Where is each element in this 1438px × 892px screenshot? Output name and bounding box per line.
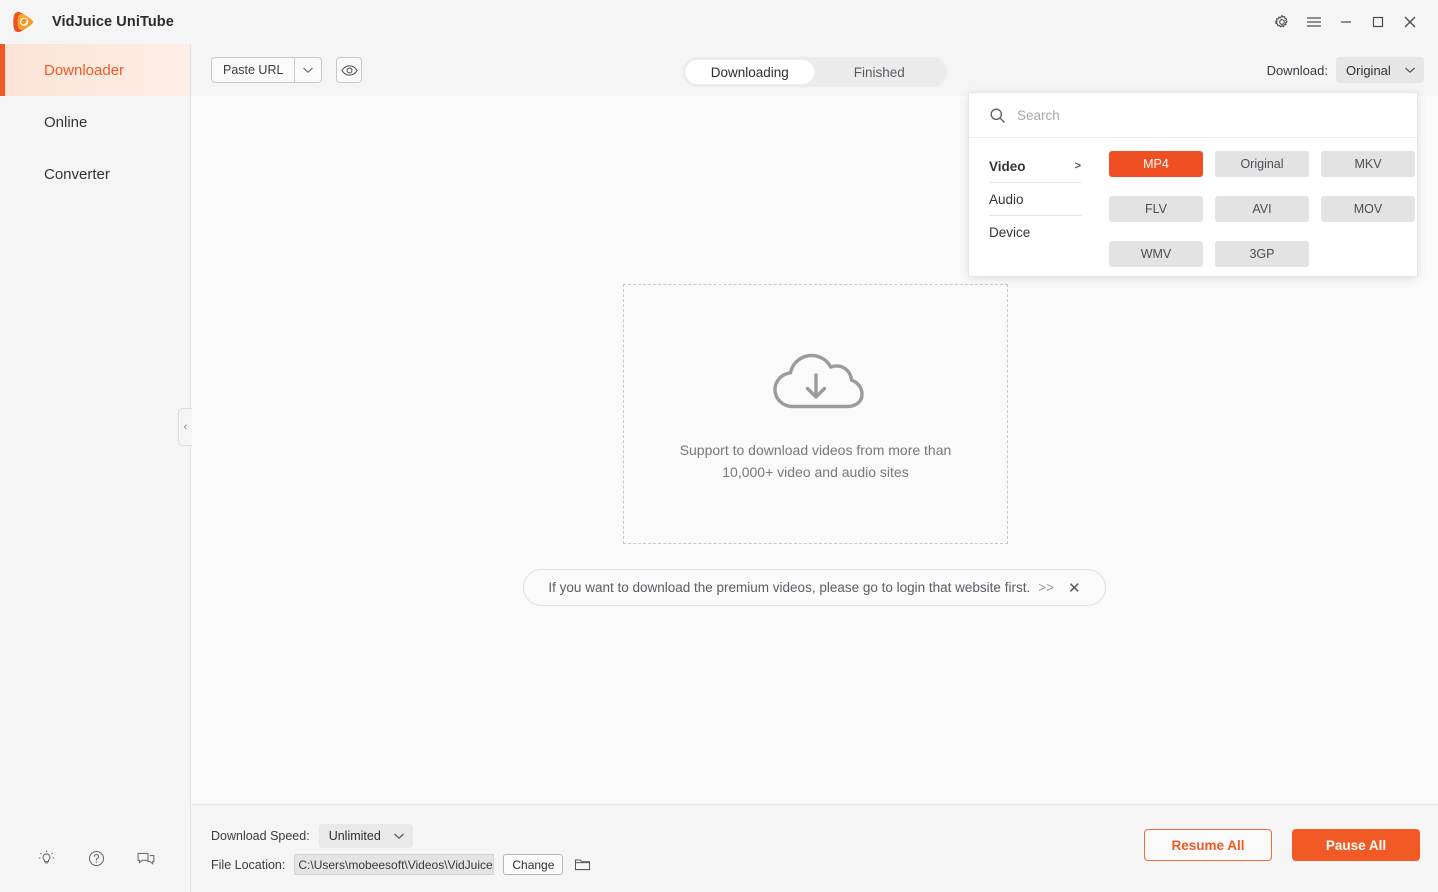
app-window: VidJuice UniTube Downloader Online Conve… [0,0,1438,892]
tab-finished[interactable]: Finished [815,60,945,84]
download-speed-value: Unlimited [328,829,381,843]
empty-state-text: Support to download videos from more tha… [680,439,952,483]
minimize-icon[interactable] [1330,7,1362,37]
resume-all-button[interactable]: Resume All [1144,829,1272,861]
paste-url-label: Paste URL [223,63,284,77]
download-speed-row: Download Speed: Unlimited [211,824,413,848]
footer-actions: Resume All Pause All [1144,829,1420,861]
format-chip-label: WMV [1140,247,1172,261]
folder-icon[interactable] [574,857,591,872]
sidebar-item-online[interactable]: Online [0,96,190,148]
change-location-button[interactable]: Change [503,854,564,875]
format-chip-original[interactable]: Original [1215,151,1309,177]
preview-eye-icon[interactable] [336,57,363,83]
title-bar: VidJuice UniTube [0,0,1438,44]
format-category-label: Audio [989,191,1024,207]
format-chip-flv[interactable]: FLV [1109,196,1203,222]
pause-all-button[interactable]: Pause All [1292,829,1420,861]
sidebar-item-label: Online [44,113,88,131]
lightbulb-icon[interactable] [34,846,58,870]
sidebar-item-label: Converter [44,165,110,183]
banner-message: If you want to download the premium vide… [548,580,1031,595]
close-icon[interactable] [1394,7,1426,37]
format-category-video[interactable]: Video > [989,150,1081,183]
pause-all-label: Pause All [1325,837,1387,853]
window-controls [1266,0,1438,44]
footer-bar: Download Speed: Unlimited File Location:… [191,804,1438,892]
sidebar-bottom-icons [0,846,191,870]
empty-state-line-1: Support to download videos from more tha… [679,441,952,458]
format-search-row [969,93,1417,138]
file-location-value: C:\Users\mobeesoft\Videos\VidJuice [298,857,493,872]
format-category-label: Video [989,158,1026,174]
sidebar: Downloader Online Converter [0,44,191,892]
settings-gear-icon[interactable] [1266,7,1298,37]
app-logo-icon [10,7,40,37]
format-chip-label: MP4 [1143,157,1169,171]
chevron-down-icon [1405,67,1415,74]
format-dropdown-panel: Video > Audio Device MP4 Original MKV FL… [968,92,1418,277]
chevron-down-icon [393,833,404,840]
format-chip-wmv[interactable]: WMV [1109,241,1203,267]
download-speed-dropdown[interactable]: Unlimited [318,824,413,848]
download-format-selector: Download: Original [1267,57,1424,83]
download-speed-label: Download Speed: [211,829,310,843]
app-title: VidJuice UniTube [52,14,174,30]
chevron-left-icon: ‹ [183,421,188,433]
chevron-down-icon [303,67,314,74]
menu-icon[interactable] [1298,7,1330,37]
banner-link-arrows[interactable]: >> [1038,580,1054,595]
format-chip-mov[interactable]: MOV [1321,196,1415,222]
format-category-list: Video > Audio Device [989,150,1081,277]
cloud-download-icon [766,346,866,421]
sidebar-item-downloader[interactable]: Downloader [0,44,190,96]
chevron-right-icon: > [1074,160,1081,172]
tab-switcher: Downloading Finished [682,57,947,87]
format-chip-label: Original [1240,157,1284,171]
format-category-audio[interactable]: Audio [989,183,1081,216]
format-chip-label: AVI [1252,202,1272,216]
download-label: Download: [1266,62,1328,78]
resume-all-label: Resume All [1171,837,1245,853]
sidebar-collapse-handle[interactable]: ‹ [178,408,192,446]
format-chip-label: MOV [1353,202,1383,216]
format-chip-grid: MP4 Original MKV FLV AVI MOV WMV 3GP [1109,151,1415,277]
format-category-device[interactable]: Device [989,216,1081,249]
paste-url-button[interactable]: Paste URL [212,58,296,82]
download-format-dropdown[interactable]: Original [1336,57,1424,83]
toolbar: Paste URL Downloading Finished Download:… [191,44,1438,96]
format-chip-mkv[interactable]: MKV [1321,151,1415,177]
banner-close-icon[interactable]: ✕ [1068,579,1081,597]
tab-label: Downloading [710,64,789,80]
format-chip-3gp[interactable]: 3GP [1215,241,1309,267]
change-label: Change [512,857,555,872]
banner-text-group[interactable]: If you want to download the premium vide… [548,580,1054,595]
empty-state-line-2: 10,000+ video and audio sites [722,463,909,480]
file-location-row: File Location: C:\Users\mobeesoft\Videos… [211,854,591,875]
format-chip-mp4[interactable]: MP4 [1109,151,1203,177]
format-chip-label: MKV [1354,157,1382,171]
format-chip-avi[interactable]: AVI [1215,196,1309,222]
format-chip-label: 3GP [1249,247,1275,261]
format-search-input[interactable] [1017,107,1347,123]
sidebar-item-label: Downloader [44,61,125,79]
help-icon[interactable] [84,846,108,870]
format-panel-body: Video > Audio Device MP4 Original MKV FL… [969,138,1417,277]
tab-label: Finished [853,64,905,80]
empty-state-dropzone: Support to download videos from more tha… [623,284,1008,544]
maximize-icon[interactable] [1362,7,1394,37]
search-icon [989,107,1006,124]
download-format-value: Original [1346,62,1391,78]
feedback-icon[interactable] [134,846,158,870]
format-category-label: Device [989,225,1031,240]
file-location-label: File Location: [211,857,286,872]
sidebar-item-converter[interactable]: Converter [0,148,190,200]
file-location-input[interactable]: C:\Users\mobeesoft\Videos\VidJuice [294,854,495,875]
premium-login-banner: If you want to download the premium vide… [523,569,1106,606]
paste-url-dropdown-button[interactable] [295,58,321,82]
tab-downloading[interactable]: Downloading [685,60,815,84]
paste-url-group: Paste URL [211,57,323,83]
format-chip-label: FLV [1145,202,1167,216]
